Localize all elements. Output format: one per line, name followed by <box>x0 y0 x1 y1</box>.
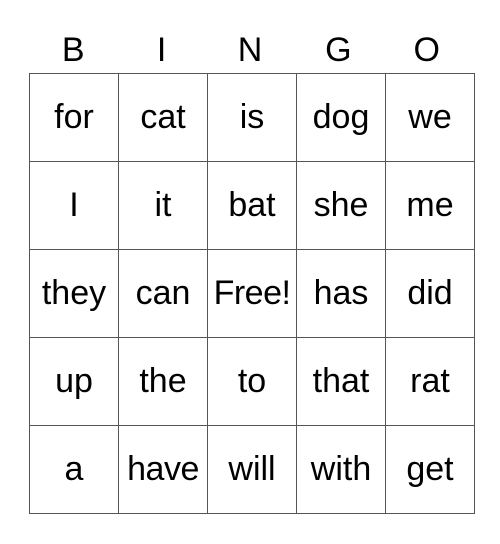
card-cell: rat <box>385 337 475 426</box>
header-letter-b: B <box>61 31 85 69</box>
header-letter-o: O <box>413 31 440 69</box>
card-cell: has <box>296 249 386 338</box>
card-cell: for <box>29 73 119 162</box>
bingo-card: for cat is dog we I it bat she me they c… <box>29 73 475 514</box>
card-cell: it <box>118 161 208 250</box>
free-space-cell: Free! <box>207 249 297 338</box>
card-row: for cat is dog we <box>29 73 475 162</box>
card-cell: cat <box>118 73 208 162</box>
card-cell: get <box>385 425 475 514</box>
card-cell: bat <box>207 161 297 250</box>
header-letter-i: I <box>156 31 167 69</box>
card-cell: I <box>29 161 119 250</box>
card-row: a have will with get <box>29 425 475 514</box>
card-row: I it bat she me <box>29 161 475 250</box>
bingo-header: B I N G O <box>29 28 471 72</box>
header-letter-n: N <box>237 31 263 69</box>
card-cell: dog <box>296 73 386 162</box>
card-cell: me <box>385 161 475 250</box>
card-cell: is <box>207 73 297 162</box>
card-cell: she <box>296 161 386 250</box>
card-cell: did <box>385 249 475 338</box>
header-letter-g: G <box>325 31 352 69</box>
card-cell: can <box>118 249 208 338</box>
card-cell: up <box>29 337 119 426</box>
card-row: up the to that rat <box>29 337 475 426</box>
card-cell: have <box>118 425 208 514</box>
card-cell: the <box>118 337 208 426</box>
card-cell: they <box>29 249 119 338</box>
card-cell: with <box>296 425 386 514</box>
card-cell: a <box>29 425 119 514</box>
card-cell: we <box>385 73 475 162</box>
card-cell: that <box>296 337 386 426</box>
card-row: they can Free! has did <box>29 249 475 338</box>
card-cell: will <box>207 425 297 514</box>
card-cell: to <box>207 337 297 426</box>
